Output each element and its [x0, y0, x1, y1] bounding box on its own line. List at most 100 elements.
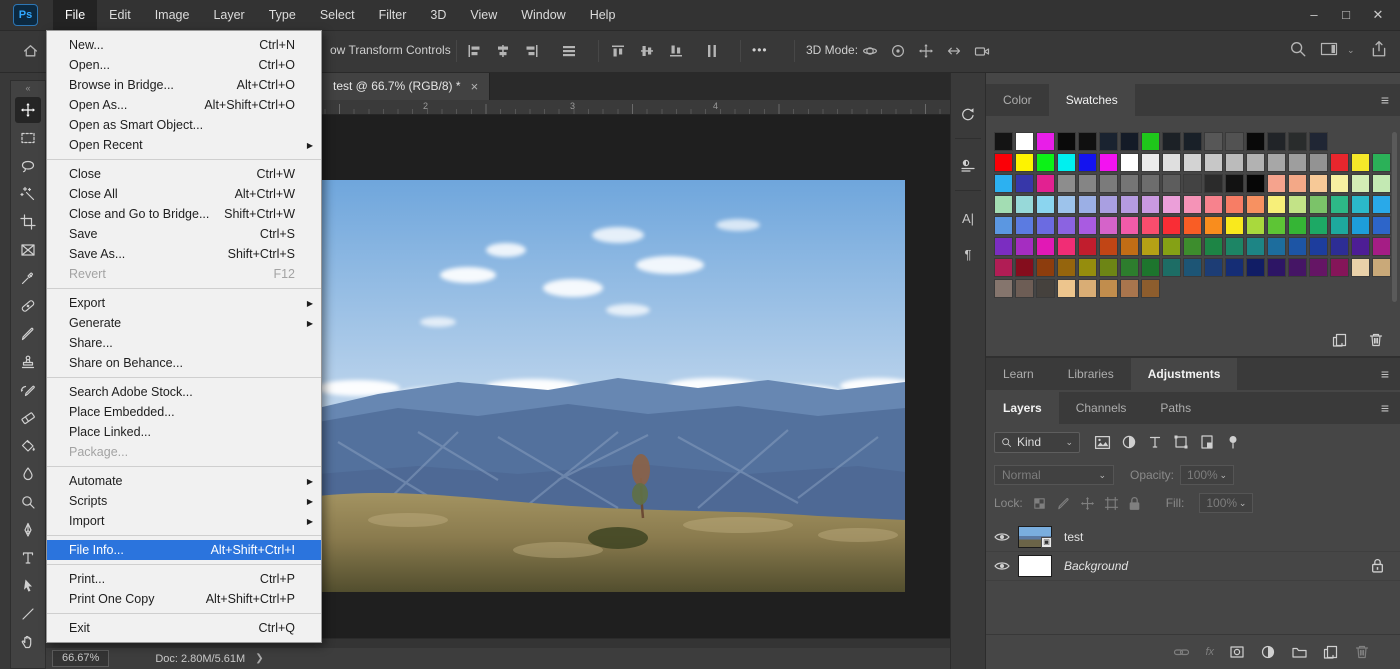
swatch[interactable] — [1162, 153, 1181, 172]
file-menu-item-new[interactable]: New...Ctrl+N — [47, 35, 321, 55]
swatch[interactable] — [1120, 279, 1139, 298]
swatch[interactable] — [1246, 258, 1265, 277]
swatch[interactable] — [1372, 237, 1391, 256]
swatch[interactable] — [1246, 132, 1265, 151]
properties-panel-icon[interactable] — [951, 146, 985, 186]
file-menu-item-file-info[interactable]: File Info...Alt+Shift+Ctrl+I — [47, 540, 321, 560]
swatch[interactable] — [1162, 216, 1181, 235]
swatch[interactable] — [1099, 279, 1118, 298]
swatch[interactable] — [1267, 237, 1286, 256]
swatch[interactable] — [1330, 216, 1349, 235]
swatch[interactable] — [1225, 195, 1244, 214]
eraser-tool[interactable] — [15, 405, 41, 431]
tab-adjustments[interactable]: Adjustments — [1131, 358, 1238, 390]
lock-transparency-icon[interactable] — [1032, 496, 1047, 511]
layer-name[interactable]: Background — [1064, 559, 1128, 573]
document-tab[interactable]: test @ 66.7% (RGB/8) * × — [322, 72, 490, 100]
layer-thumbnail[interactable] — [1018, 555, 1052, 577]
lasso-tool[interactable] — [15, 153, 41, 179]
lock-position-icon[interactable] — [1080, 496, 1095, 511]
swatches-scrollbar[interactable] — [1392, 132, 1397, 302]
file-menu-item-place-embedded[interactable]: Place Embedded... — [47, 402, 321, 422]
crop-tool[interactable] — [15, 209, 41, 235]
swatch[interactable] — [1015, 174, 1034, 193]
lock-all-icon[interactable] — [1128, 496, 1141, 511]
filter-type-layers-icon[interactable] — [1147, 434, 1163, 450]
new-adjustment-layer-icon[interactable] — [1260, 644, 1276, 660]
link-layers-icon[interactable] — [1173, 644, 1190, 660]
tab-swatches[interactable]: Swatches — [1049, 84, 1135, 116]
swatch[interactable] — [994, 279, 1013, 298]
swatch[interactable] — [1267, 258, 1286, 277]
frame-tool[interactable] — [15, 237, 41, 263]
align-top-edges-icon[interactable] — [610, 43, 626, 59]
menu-help[interactable]: Help — [578, 0, 628, 30]
file-menu-item-scripts[interactable]: Scripts▶ — [47, 491, 321, 511]
layer-row-test[interactable]: ▣ test — [986, 522, 1400, 552]
menu-file[interactable]: File — [53, 0, 97, 30]
swatch[interactable] — [1120, 216, 1139, 235]
bucket-tool[interactable] — [15, 433, 41, 459]
swatch[interactable] — [1351, 216, 1370, 235]
swatch[interactable] — [1246, 174, 1265, 193]
swatch[interactable] — [1078, 237, 1097, 256]
swatch[interactable] — [1036, 258, 1055, 277]
swatch[interactable] — [1141, 132, 1160, 151]
delete-swatch-icon[interactable] — [1368, 332, 1384, 348]
swatch[interactable] — [1015, 132, 1034, 151]
swatch[interactable] — [1204, 174, 1223, 193]
swatch[interactable] — [1141, 216, 1160, 235]
swatch[interactable] — [1330, 174, 1349, 193]
collapse-toolbar-icon[interactable]: « — [11, 83, 45, 93]
swatch[interactable] — [1204, 132, 1223, 151]
swatch[interactable] — [1078, 216, 1097, 235]
swatch[interactable] — [1036, 237, 1055, 256]
swatch[interactable] — [1351, 153, 1370, 172]
align-left-edges-icon[interactable] — [466, 43, 482, 59]
swatch[interactable] — [1204, 153, 1223, 172]
file-menu-item-export[interactable]: Export▶ — [47, 293, 321, 313]
visibility-eye-icon[interactable] — [986, 560, 1018, 572]
swatch[interactable] — [1057, 216, 1076, 235]
file-menu-item-search-adobe-stock[interactable]: Search Adobe Stock... — [47, 382, 321, 402]
layer-filter-kind-select[interactable]: Kind ⌄ — [994, 432, 1080, 453]
history-panel-icon[interactable] — [951, 94, 985, 134]
swatch[interactable] — [1288, 258, 1307, 277]
add-layer-mask-icon[interactable] — [1229, 644, 1245, 660]
swatch[interactable] — [1183, 174, 1202, 193]
search-icon[interactable] — [1289, 40, 1305, 56]
align-horizontal-centers-icon[interactable] — [495, 43, 511, 59]
swatch[interactable] — [994, 174, 1013, 193]
workspace-icon[interactable] — [1320, 41, 1336, 57]
tab-color[interactable]: Color — [986, 84, 1049, 116]
swatch[interactable] — [1036, 279, 1055, 298]
swatch[interactable] — [1225, 132, 1244, 151]
swatch[interactable] — [1099, 237, 1118, 256]
menu-layer[interactable]: Layer — [201, 0, 256, 30]
swatch[interactable] — [1351, 174, 1370, 193]
swatch[interactable] — [1351, 258, 1370, 277]
file-menu-item-open-as[interactable]: Open As...Alt+Shift+Ctrl+O — [47, 95, 321, 115]
swatch[interactable] — [1267, 216, 1286, 235]
swatch[interactable] — [994, 153, 1013, 172]
menu-image[interactable]: Image — [143, 0, 202, 30]
swatch[interactable] — [1225, 258, 1244, 277]
file-menu-item-open[interactable]: Open...Ctrl+O — [47, 55, 321, 75]
tab-paths[interactable]: Paths — [1143, 392, 1208, 424]
tab-layers[interactable]: Layers — [986, 392, 1059, 424]
swatch[interactable] — [1309, 237, 1328, 256]
swatch[interactable] — [994, 195, 1013, 214]
swatch[interactable] — [1036, 174, 1055, 193]
filter-smart-objects-icon[interactable] — [1199, 434, 1215, 450]
swatch[interactable] — [1309, 153, 1328, 172]
menu-select[interactable]: Select — [308, 0, 367, 30]
swatch[interactable] — [1162, 174, 1181, 193]
file-menu-item-generate[interactable]: Generate▶ — [47, 313, 321, 333]
file-menu-item-print-one-copy[interactable]: Print One CopyAlt+Shift+Ctrl+P — [47, 589, 321, 609]
file-menu-item-exit[interactable]: ExitCtrl+Q — [47, 618, 321, 638]
swatch[interactable] — [1183, 216, 1202, 235]
swatch[interactable] — [1162, 195, 1181, 214]
blend-mode-select[interactable]: Normal ⌄ — [994, 465, 1114, 485]
swatch[interactable] — [1162, 132, 1181, 151]
swatch[interactable] — [1036, 195, 1055, 214]
